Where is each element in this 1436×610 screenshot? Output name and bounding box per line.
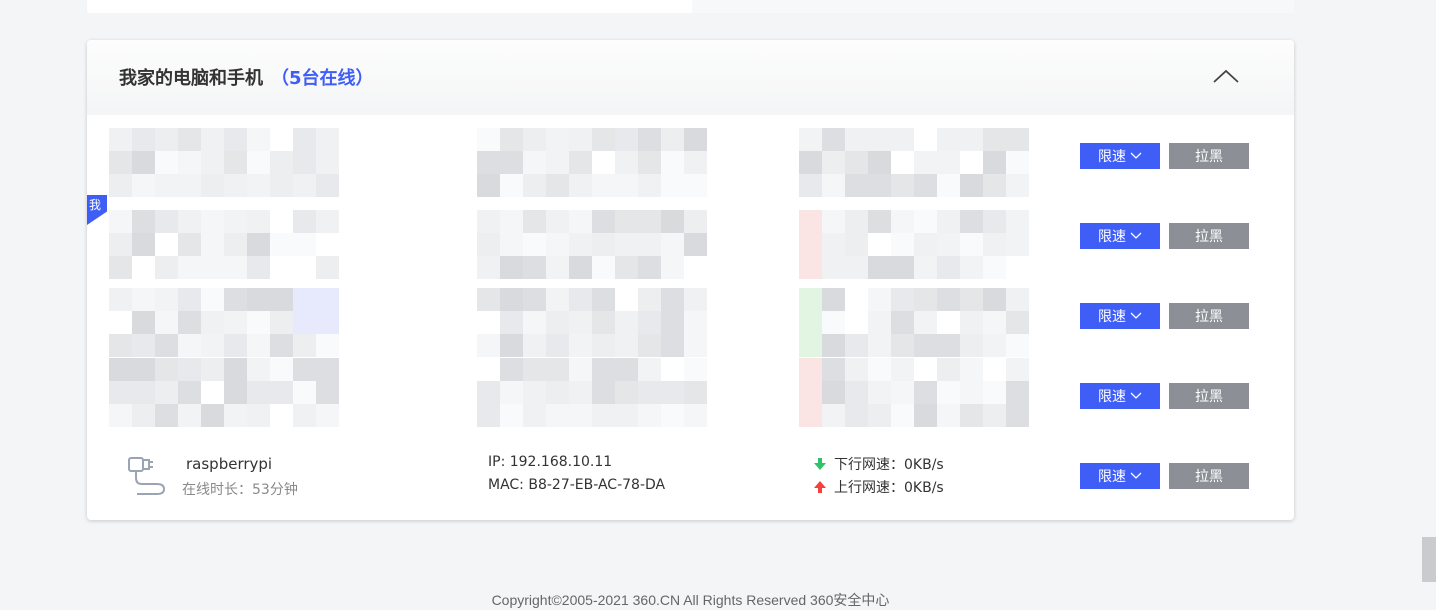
panel-header: 我家的电脑和手机 （5台在线） xyxy=(87,40,1294,115)
device-online-time: 在线时长：53分钟 xyxy=(182,482,298,498)
previous-card-bottom xyxy=(87,0,1294,13)
limit-speed-button[interactable]: 限速 xyxy=(1080,383,1160,409)
download-speed: 下行网速：0KB/s xyxy=(814,454,944,474)
ethernet-cable-icon xyxy=(127,454,171,496)
block-device-button[interactable]: 拉黑 xyxy=(1169,303,1249,329)
device-mac: MAC: B8-27-EB-AC-78-DA xyxy=(488,477,666,493)
blurred-cell xyxy=(799,288,1029,357)
chevron-down-icon xyxy=(1130,392,1142,399)
back-to-top-tab[interactable] xyxy=(1422,537,1436,582)
limit-speed-button[interactable]: 限速 xyxy=(1080,463,1160,489)
blurred-cell xyxy=(109,288,339,357)
block-device-button[interactable]: 拉黑 xyxy=(1169,463,1249,489)
chevron-down-icon xyxy=(1130,152,1142,159)
upload-speed-text: 上行网速：0KB/s xyxy=(834,480,944,496)
chevron-down-icon xyxy=(1130,232,1142,239)
chevron-down-icon xyxy=(1130,472,1142,479)
limit-speed-label: 限速 xyxy=(1098,309,1126,325)
device-ip: IP: 192.168.10.11 xyxy=(488,454,613,470)
blurred-cell xyxy=(477,210,707,279)
blurred-cell xyxy=(109,128,339,197)
devices-panel: 我家的电脑和手机 （5台在线） 我 限速 拉黑 限速 拉黑 限速 拉黑 限速 拉黑 限速 拉黑 ra… xyxy=(87,40,1294,520)
upload-speed: 上行网速：0KB/s xyxy=(814,477,944,497)
chevron-down-icon xyxy=(1130,312,1142,319)
limit-speed-button[interactable]: 限速 xyxy=(1080,143,1160,169)
limit-speed-label: 限速 xyxy=(1098,229,1126,245)
limit-speed-label: 限速 xyxy=(1098,469,1126,485)
block-device-button[interactable]: 拉黑 xyxy=(1169,143,1249,169)
limit-speed-label: 限速 xyxy=(1098,389,1126,405)
me-badge: 我 xyxy=(87,195,107,225)
online-count: （5台在线） xyxy=(271,68,374,89)
blurred-cell xyxy=(799,128,1029,197)
blurred-cell xyxy=(477,358,707,427)
previous-card-shade xyxy=(692,0,1294,13)
limit-speed-button[interactable]: 限速 xyxy=(1080,303,1160,329)
blurred-cell xyxy=(109,358,339,427)
panel-title-text: 我家的电脑和手机 xyxy=(119,68,263,89)
block-device-button[interactable]: 拉黑 xyxy=(1169,383,1249,409)
download-speed-text: 下行网速：0KB/s xyxy=(834,457,944,473)
blurred-cell xyxy=(799,210,1029,279)
download-arrow-icon xyxy=(814,458,826,470)
footer-copyright: Copyright©2005-2021 360.CN All Rights Re… xyxy=(491,592,890,608)
blurred-cell xyxy=(477,288,707,357)
blurred-cell xyxy=(477,128,707,197)
collapse-chevron-up-icon[interactable] xyxy=(1211,66,1241,86)
block-device-button[interactable]: 拉黑 xyxy=(1169,223,1249,249)
device-name: raspberrypi xyxy=(186,455,273,473)
panel-title: 我家的电脑和手机 （5台在线） xyxy=(119,64,374,90)
upload-arrow-icon xyxy=(814,481,826,493)
blurred-cell xyxy=(109,210,339,279)
limit-speed-label: 限速 xyxy=(1098,149,1126,165)
blurred-cell xyxy=(799,358,1029,427)
limit-speed-button[interactable]: 限速 xyxy=(1080,223,1160,249)
